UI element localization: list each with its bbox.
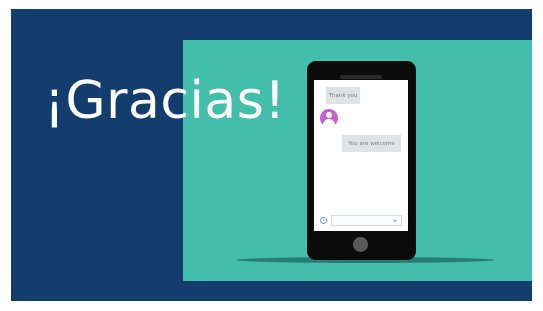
send-icon[interactable]: ► [393, 218, 398, 224]
chat-input-bar: + ► [316, 213, 406, 229]
message-input[interactable]: ► [331, 215, 402, 226]
add-icon[interactable]: + [320, 217, 327, 224]
user-avatar-icon [320, 109, 338, 127]
title-gracias: ¡Gracias! [44, 71, 286, 131]
home-button[interactable] [353, 237, 368, 252]
chat-bubble-welcome: You are welcome [342, 135, 401, 152]
avatar-head [326, 112, 332, 118]
chat-bubble-thank-you: Thank you [326, 87, 360, 104]
avatar-body [323, 119, 335, 127]
phone-speaker [340, 75, 382, 79]
